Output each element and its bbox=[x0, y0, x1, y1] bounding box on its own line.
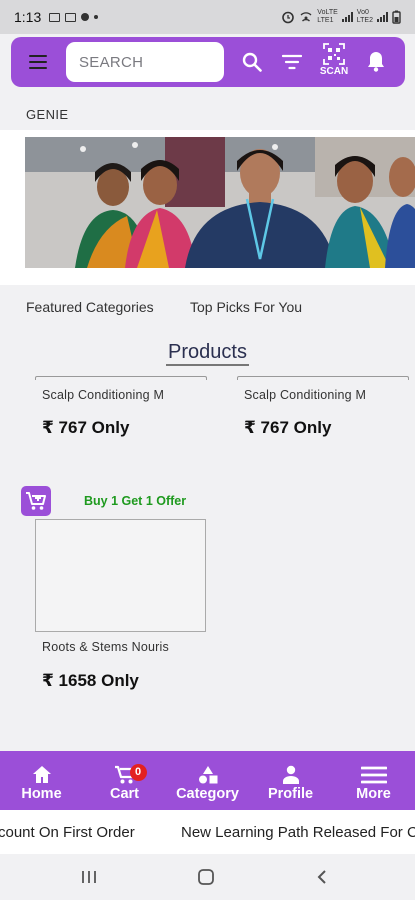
status-right: VoLTE LTE1 Vo0 LTE2 bbox=[281, 9, 401, 25]
scan-label: SCAN bbox=[319, 66, 349, 77]
tab-top-picks[interactable]: Top Picks For You bbox=[190, 299, 302, 315]
product-price: ₹ 767 Only bbox=[42, 418, 130, 437]
bell-icon[interactable] bbox=[366, 50, 386, 72]
scan-button[interactable]: SCAN bbox=[317, 43, 351, 77]
nav-home-label: Home bbox=[21, 786, 62, 802]
more-icon bbox=[360, 766, 387, 784]
promo-banner-image[interactable] bbox=[25, 137, 415, 268]
product-card[interactable]: Roots & Stems Nouris ₹ 1658 Only bbox=[35, 632, 207, 692]
search-input[interactable] bbox=[66, 42, 224, 82]
ticker-item: count On First Order bbox=[0, 824, 135, 841]
search-icon[interactable] bbox=[241, 51, 263, 73]
gallery-notification-icon bbox=[49, 12, 61, 22]
network-label-1: VoLTE bbox=[317, 9, 338, 16]
battery-icon bbox=[392, 10, 401, 24]
signal-icon-2 bbox=[377, 12, 388, 22]
system-nav-bar bbox=[0, 854, 415, 900]
network-label-3: Vo0 bbox=[356, 9, 369, 16]
more-notifications-icon bbox=[94, 15, 99, 19]
status-time: 1:13 bbox=[14, 9, 42, 25]
nav-more[interactable]: More bbox=[332, 751, 415, 810]
product-name: Scalp Conditioning M bbox=[42, 388, 165, 402]
nav-profile[interactable]: Profile bbox=[249, 751, 332, 810]
network-label-4: LTE2 bbox=[356, 17, 373, 24]
signal-icon-1 bbox=[341, 12, 353, 22]
banner-people-illustration bbox=[25, 137, 415, 268]
back-icon[interactable] bbox=[314, 868, 332, 886]
nav-cart-label: Cart bbox=[109, 786, 139, 802]
banner-container bbox=[0, 130, 415, 285]
store-name: GENIE bbox=[26, 107, 69, 122]
nav-cart[interactable]: 0 Cart bbox=[83, 751, 166, 810]
product-name: Scalp Conditioning M bbox=[244, 388, 367, 402]
card-top-border bbox=[35, 376, 207, 380]
notification-icons bbox=[49, 12, 99, 22]
add-cart-icon bbox=[26, 492, 46, 510]
product-image-placeholder[interactable] bbox=[35, 519, 206, 632]
product-price: ₹ 1658 Only bbox=[42, 671, 139, 690]
ticker-item: New Learning Path Released For C bbox=[181, 824, 415, 841]
product-name: Roots & Stems Nouris bbox=[42, 640, 169, 654]
home-icon bbox=[32, 766, 51, 783]
profile-icon bbox=[282, 765, 299, 784]
nav-profile-label: Profile bbox=[267, 786, 314, 802]
alarm-icon bbox=[282, 11, 295, 24]
nav-home[interactable]: Home bbox=[0, 751, 83, 810]
menu-icon[interactable] bbox=[29, 55, 47, 69]
hotspot-icon bbox=[300, 12, 312, 22]
bottom-nav: Home 0 Cart Category Profile More bbox=[0, 751, 415, 810]
recent-apps-icon[interactable] bbox=[80, 868, 98, 886]
status-bar: 1:13 VoLTE LTE1 Vo0 LTE2 bbox=[0, 0, 415, 34]
products-heading: Products bbox=[0, 341, 415, 366]
nav-category[interactable]: Category bbox=[166, 751, 249, 810]
product-card[interactable]: Scalp Conditioning M ₹ 767 Only bbox=[237, 376, 409, 446]
add-to-cart-button[interactable] bbox=[21, 486, 51, 516]
card-top-border bbox=[237, 376, 409, 380]
product-price: ₹ 767 Only bbox=[244, 418, 332, 437]
nav-category-label: Category bbox=[176, 786, 239, 802]
category-icon bbox=[198, 766, 217, 784]
screen-notification-icon bbox=[65, 12, 77, 22]
tab-featured-categories[interactable]: Featured Categories bbox=[26, 299, 154, 315]
nav-more-label: More bbox=[356, 786, 391, 802]
filter-icon[interactable] bbox=[282, 54, 302, 70]
app-header: SCAN bbox=[11, 37, 405, 87]
qr-scan-icon bbox=[323, 43, 345, 65]
product-card[interactable]: Scalp Conditioning M ₹ 767 Only bbox=[35, 376, 207, 446]
home-button-icon[interactable] bbox=[197, 868, 215, 886]
network-label-2: LTE1 bbox=[317, 17, 334, 24]
announcement-ticker[interactable]: count On First Order New Learning Path R… bbox=[0, 810, 415, 854]
chat-notification-icon bbox=[81, 13, 90, 21]
products-heading-text: Products bbox=[166, 341, 249, 366]
offer-label: Buy 1 Get 1 Offer bbox=[84, 494, 187, 508]
cart-count-badge: 0 bbox=[129, 764, 147, 781]
